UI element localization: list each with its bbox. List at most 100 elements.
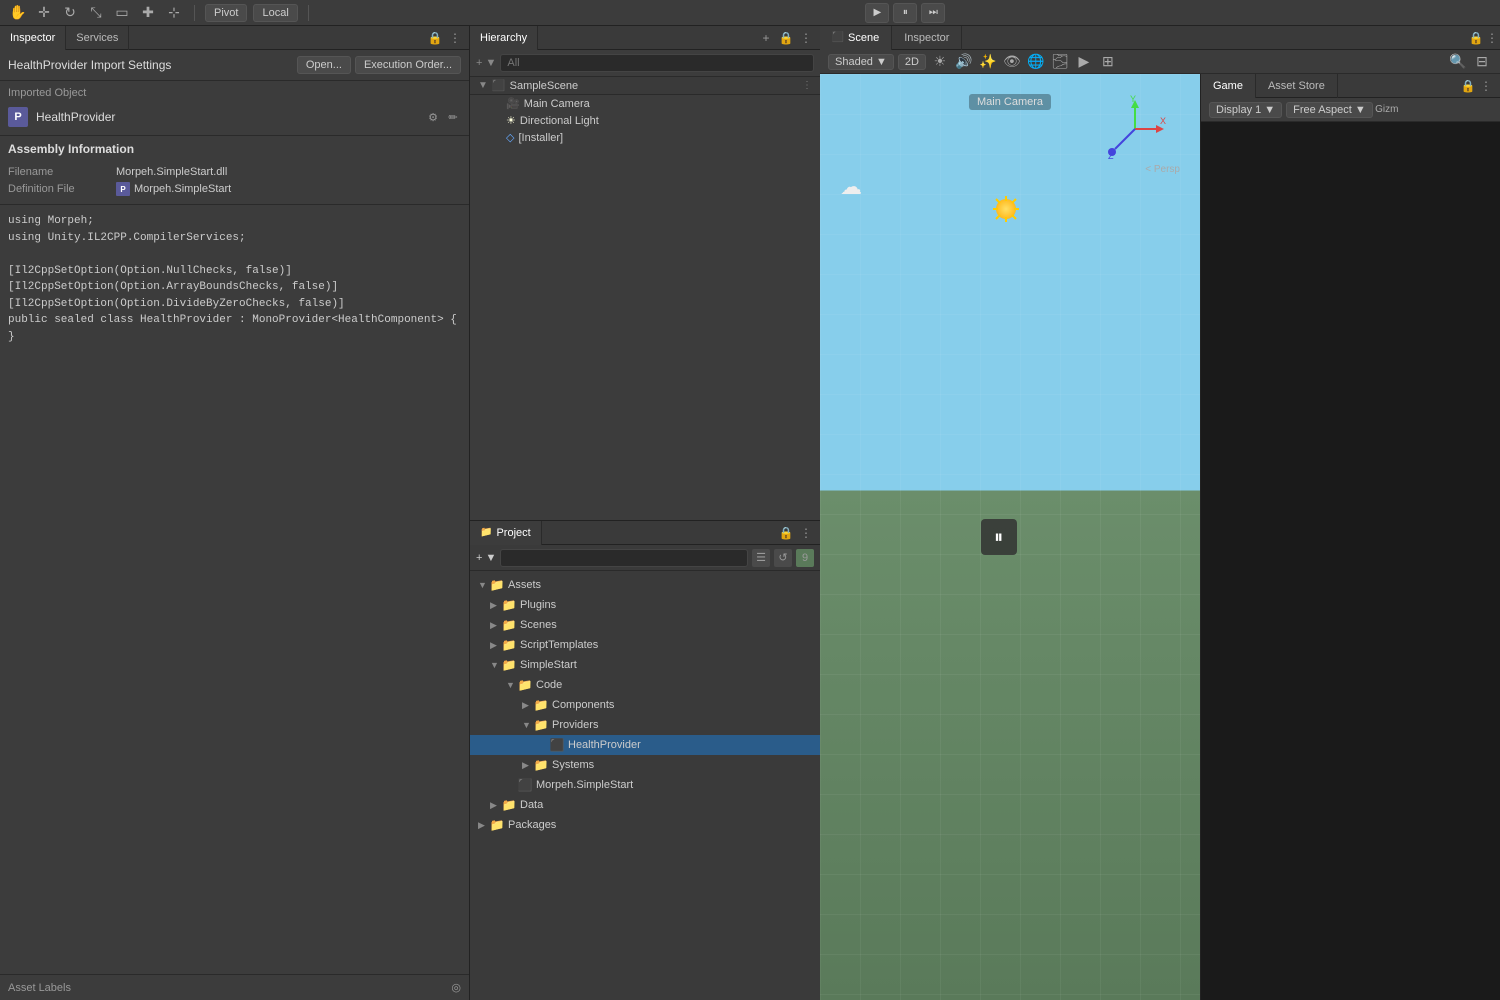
tree-data[interactable]: ▶ 📁 Data <box>470 795 820 815</box>
scene-actions-icon[interactable]: ⋮ <box>802 80 812 91</box>
project-lock-icon[interactable]: 🔒 <box>778 525 794 541</box>
code-line-4: [Il2CppSetOption(Option.NullChecks, fals… <box>8 263 461 280</box>
hierarchy-search-input[interactable] <box>500 54 814 72</box>
main-camera-label: Main Camera <box>969 94 1051 110</box>
project-menu-icon[interactable]: ⋮ <box>798 525 814 541</box>
scripttemplates-folder-icon: 📁 <box>502 638 516 652</box>
gizm-icon[interactable]: Gizm <box>1377 100 1397 120</box>
tab-services[interactable]: Services <box>66 26 129 50</box>
game-menu-icon[interactable]: ⋮ <box>1478 78 1494 94</box>
tab-inspector[interactable]: Inspector <box>0 26 66 50</box>
project-panel-actions: 🔒 ⋮ <box>778 525 820 541</box>
hand-tool-icon[interactable]: ✋ <box>8 3 28 23</box>
tree-providers[interactable]: ▼ 📁 Providers <box>470 715 820 735</box>
toolbar-sep-2 <box>308 5 309 21</box>
step-button[interactable]: ⏭ <box>921 3 945 23</box>
open-button[interactable]: Open... <box>297 56 351 74</box>
hierarchy-panel-actions: + 🔒 ⋮ <box>758 30 820 46</box>
pivot-button[interactable]: Pivot <box>205 4 247 22</box>
scenes-label: Scenes <box>520 619 557 631</box>
code-folder-icon: 📁 <box>518 678 532 692</box>
tab-project[interactable]: 📁 Project <box>470 521 542 545</box>
display-dropdown[interactable]: Display 1 ▼ <box>1209 102 1282 118</box>
aspect-dropdown[interactable]: Free Aspect ▼ <box>1286 102 1373 118</box>
tree-plugins[interactable]: ▶ 📁 Plugins <box>470 595 820 615</box>
hierarchy-menu-icon[interactable]: ⋮ <box>798 30 814 46</box>
edit-icon[interactable]: ✏ <box>445 109 461 125</box>
project-add-button[interactable]: + ▼ <box>476 552 496 564</box>
tab-inspector-right[interactable]: Inspector <box>892 26 962 50</box>
gear-icon[interactable]: ⚙ <box>425 109 441 125</box>
scene-search2-icon[interactable]: 🔍 <box>1448 52 1468 72</box>
hierarchy-item-installer[interactable]: ◇ [Installer] <box>470 129 820 146</box>
hierarchy-tabs: Hierarchy + 🔒 ⋮ <box>470 26 820 50</box>
scene-audio-icon[interactable]: 🔊 <box>954 52 974 72</box>
assets-folder-icon: 📁 <box>490 578 504 592</box>
scene-menu-icon[interactable]: ⋮ <box>1484 30 1500 46</box>
playmode-controls: ▶ ⏸ ⏭ <box>319 3 1492 23</box>
scene-fog-icon[interactable]: 🌫 <box>1050 52 1070 72</box>
2d-button[interactable]: 2D <box>898 54 926 70</box>
play-button[interactable]: ▶ <box>865 3 889 23</box>
tree-morpeh-simplestart[interactable]: ⬛ Morpeh.SimpleStart <box>470 775 820 795</box>
tree-components[interactable]: ▶ 📁 Components <box>470 695 820 715</box>
lock-icon[interactable]: 🔒 <box>427 30 443 46</box>
scene-extra-icon[interactable]: ⊞ <box>1098 52 1118 72</box>
rotate-tool-icon[interactable]: ↻ <box>60 3 80 23</box>
project-search-input[interactable] <box>500 549 748 567</box>
assembly-title: Assembly Information <box>8 142 461 156</box>
asset-labels-icon[interactable]: ◎ <box>451 981 461 994</box>
shaded-dropdown[interactable]: Shaded ▼ <box>828 54 894 70</box>
tree-assets[interactable]: ▼ 📁 Assets <box>470 575 820 595</box>
tree-packages[interactable]: ▶ 📁 Packages <box>470 815 820 835</box>
scene-skybox-icon[interactable]: 🌐 <box>1026 52 1046 72</box>
hierarchy-lock-icon[interactable]: 🔒 <box>778 30 794 46</box>
camera-label: Main Camera <box>524 98 590 110</box>
custom-tool-icon[interactable]: ⊹ <box>164 3 184 23</box>
tab-asset-store[interactable]: Asset Store <box>1256 74 1338 98</box>
scene-lock-icon[interactable]: 🔒 <box>1468 30 1484 46</box>
rect-tool-icon[interactable]: ▭ <box>112 3 132 23</box>
hierarchy-add-icon[interactable]: + <box>758 30 774 46</box>
move-tool-icon[interactable]: ✛ <box>34 3 54 23</box>
simplestart-label: SimpleStart <box>520 659 577 671</box>
tree-systems[interactable]: ▶ 📁 Systems <box>470 755 820 775</box>
pause-overlay-icon: ⏸ <box>981 519 1017 555</box>
light-label: Directional Light <box>520 115 599 127</box>
local-button[interactable]: Local <box>253 4 297 22</box>
tab-scene[interactable]: ⬛ Scene <box>820 26 892 50</box>
hierarchy-item-directional-light[interactable]: ☀ Directional Light <box>470 112 820 129</box>
filter-icon[interactable]: 9 <box>796 549 814 567</box>
tree-scripttemplates[interactable]: ▶ 📁 ScriptTemplates <box>470 635 820 655</box>
tab-game[interactable]: Game <box>1201 74 1256 98</box>
scene-tab-icon: ⬛ <box>832 32 844 44</box>
tree-healthprovider[interactable]: ⬛ HealthProvider <box>470 735 820 755</box>
hierarchy-item-main-camera[interactable]: 🎥 Main Camera <box>470 95 820 112</box>
pause-button[interactable]: ⏸ <box>893 3 917 23</box>
scene-hidden-icon[interactable]: 👁 <box>1002 52 1022 72</box>
game-lock-icon[interactable]: 🔒 <box>1460 78 1476 94</box>
list-view-icon[interactable]: ☰ <box>752 549 770 567</box>
scale-tool-icon[interactable]: ⤡ <box>86 3 106 23</box>
scene-layers-icon[interactable]: ⊟ <box>1472 52 1492 72</box>
mss-script-icon: ⬛ <box>518 778 532 792</box>
scene-anim-icon[interactable]: ▶ <box>1074 52 1094 72</box>
plugins-label: Plugins <box>520 599 556 611</box>
project-toolbar: + ▼ ☰ ↺ 9 <box>470 545 820 571</box>
tree-simplestart[interactable]: ▼ 📁 SimpleStart <box>470 655 820 675</box>
execution-order-button[interactable]: Execution Order... <box>355 56 461 74</box>
tree-scenes[interactable]: ▶ 📁 Scenes <box>470 615 820 635</box>
scene-fx-icon[interactable]: ✨ <box>978 52 998 72</box>
sun-rays-icon <box>991 194 1021 224</box>
tab-hierarchy[interactable]: Hierarchy <box>470 26 538 50</box>
hierarchy-add-button[interactable]: + ▼ <box>476 57 496 69</box>
components-folder-icon: 📁 <box>534 698 548 712</box>
tree-code[interactable]: ▼ 📁 Code <box>470 675 820 695</box>
transform-tool-icon[interactable]: ✚ <box>138 3 158 23</box>
installer-label: [Installer] <box>518 132 563 144</box>
hierarchy-scene-row[interactable]: ▼ ⬛ SampleScene ⋮ <box>470 77 820 95</box>
refresh-icon[interactable]: ↺ <box>774 549 792 567</box>
scene-lighting-icon[interactable]: ☀ <box>930 52 950 72</box>
imported-object-icon: P <box>8 107 28 127</box>
menu-icon[interactable]: ⋮ <box>447 30 463 46</box>
